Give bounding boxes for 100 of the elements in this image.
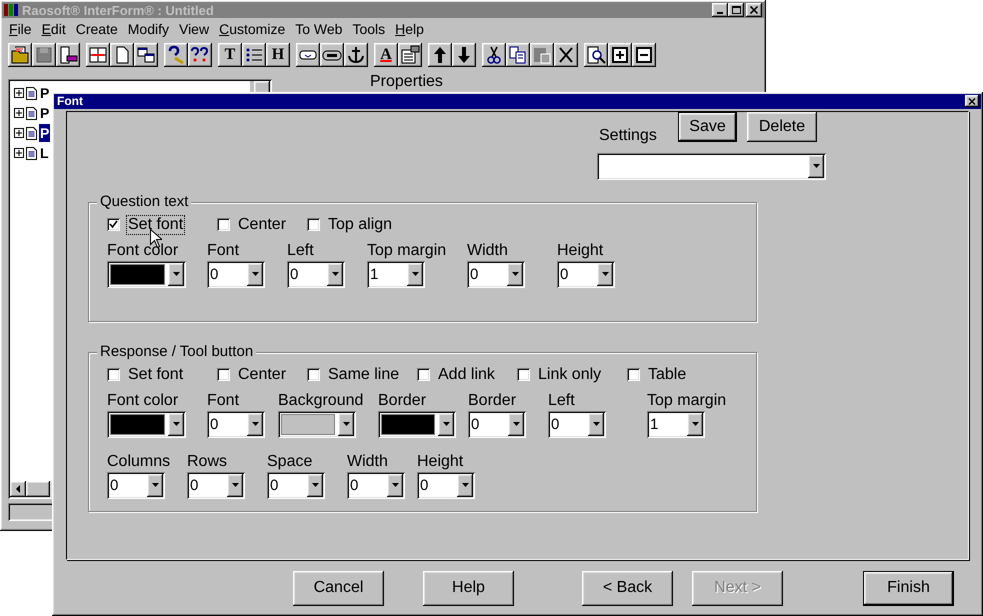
toolbar-button[interactable]: H: [266, 43, 290, 67]
expand-plus-icon: [14, 88, 24, 98]
toolbar-button[interactable]: [584, 43, 608, 67]
field-label: Rows: [187, 452, 228, 472]
checkbox-label[interactable]: Link only: [537, 366, 602, 384]
toolbar-button[interactable]: [8, 43, 32, 67]
color-dropdown[interactable]: [107, 410, 186, 438]
menu-item[interactable]: File: [4, 18, 37, 40]
tree-item[interactable]: P: [39, 84, 50, 102]
tree-item[interactable]: L: [39, 144, 50, 162]
field-label: Left: [548, 390, 576, 411]
menu-item[interactable]: To Web: [290, 18, 348, 40]
checkbox[interactable]: [307, 218, 320, 232]
document-icon: [26, 106, 37, 120]
toolbar-button[interactable]: [188, 43, 212, 67]
toolbar-button[interactable]: [428, 43, 452, 67]
dialog-button[interactable]: Help: [423, 570, 514, 606]
toolbar-button[interactable]: [164, 43, 188, 67]
number-dropdown[interactable]: 0: [187, 472, 245, 499]
menu-item[interactable]: Customize: [214, 18, 290, 40]
toolbar-button[interactable]: [554, 43, 578, 67]
number-dropdown[interactable]: 0: [207, 260, 265, 288]
number-dropdown[interactable]: 0: [417, 472, 475, 499]
save-button[interactable]: Save: [678, 112, 737, 142]
menu-item[interactable]: Edit: [36, 18, 71, 40]
checkbox-label[interactable]: Top align: [327, 216, 394, 234]
toolbar-button[interactable]: [296, 43, 320, 67]
number-dropdown[interactable]: 0: [467, 260, 525, 288]
number-dropdown[interactable]: 0: [107, 472, 165, 499]
caret-icon: [332, 272, 338, 276]
scroll-thumb[interactable]: [26, 481, 50, 497]
menu-item[interactable]: View: [174, 18, 214, 40]
checkbox[interactable]: [107, 368, 120, 382]
checkbox[interactable]: [107, 218, 120, 232]
number-dropdown[interactable]: 0: [287, 260, 345, 288]
caret-icon: [602, 272, 608, 276]
checkbox[interactable]: [627, 368, 640, 382]
toolbar-button[interactable]: [506, 43, 530, 67]
toolbar-button[interactable]: [398, 43, 422, 67]
dialog-button[interactable]: < Back: [582, 570, 673, 606]
checkbox-label[interactable]: Center: [237, 366, 288, 384]
checkbox[interactable]: [217, 218, 230, 232]
toolbar-button[interactable]: [482, 43, 506, 67]
toolbar-button[interactable]: [134, 43, 158, 67]
number-dropdown[interactable]: 0: [207, 410, 265, 438]
toolbar-button[interactable]: [110, 43, 134, 67]
toolbar-button[interactable]: [56, 43, 80, 67]
toolbar-button[interactable]: A: [374, 43, 398, 67]
number-dropdown[interactable]: 0: [347, 472, 405, 499]
tree-item[interactable]: P: [39, 104, 50, 122]
number-dropdown[interactable]: 1: [367, 260, 425, 288]
expand-plus-icon: [14, 148, 24, 158]
menu-item[interactable]: Tools: [347, 18, 390, 40]
delete-button[interactable]: Delete: [747, 112, 817, 142]
toolbar-button[interactable]: [608, 43, 632, 67]
settings-dropdown[interactable]: [597, 152, 826, 180]
toolbar-button[interactable]: [344, 43, 368, 67]
checkbox[interactable]: [307, 368, 320, 382]
minimize-icon: [717, 12, 723, 14]
number-dropdown[interactable]: 0: [548, 410, 606, 438]
number-dropdown[interactable]: 0: [267, 472, 325, 499]
document-icon: [26, 146, 37, 160]
number-dropdown[interactable]: 0: [557, 260, 615, 288]
checkbox-label[interactable]: Table: [647, 366, 688, 384]
menu-item[interactable]: Modify: [122, 18, 174, 40]
zoom-page-icon: [585, 44, 607, 66]
toolbar-button[interactable]: [242, 43, 266, 67]
dialog-button[interactable]: Cancel: [293, 570, 384, 606]
color-dropdown[interactable]: [107, 260, 186, 288]
toolbar-button[interactable]: [320, 43, 344, 67]
checkbox[interactable]: [417, 368, 430, 382]
toolbar-button[interactable]: [632, 43, 656, 67]
maximize-button[interactable]: [728, 3, 744, 17]
checkbox-label[interactable]: Same line: [327, 366, 400, 384]
menu-item[interactable]: Create: [70, 18, 123, 40]
checkbox-label[interactable]: Add link: [437, 366, 496, 384]
checkbox-label[interactable]: Set font: [127, 216, 184, 234]
checkbox-label[interactable]: Center: [237, 216, 288, 234]
check-icon: [109, 220, 118, 230]
close-button[interactable]: [965, 95, 979, 108]
toolbar-button[interactable]: [452, 43, 476, 67]
toolbar-button[interactable]: [530, 43, 554, 67]
checkbox[interactable]: [517, 368, 530, 382]
checkbox-label[interactable]: Set font: [127, 366, 184, 384]
menu-item[interactable]: Help: [390, 18, 429, 40]
caret-icon: [512, 272, 518, 276]
dialog-button[interactable]: Finish: [863, 570, 954, 606]
close-button[interactable]: [746, 3, 762, 17]
color-dropdown[interactable]: [378, 410, 456, 438]
number-dropdown[interactable]: 1: [647, 410, 705, 438]
minimize-button[interactable]: [712, 3, 728, 17]
color-dropdown[interactable]: [278, 410, 356, 438]
toolbar-button[interactable]: T: [218, 43, 242, 67]
toolbar-button[interactable]: [86, 43, 110, 67]
tree-item[interactable]: P: [39, 124, 50, 142]
checkbox[interactable]: [217, 368, 230, 382]
number-dropdown[interactable]: 0: [468, 410, 526, 438]
scroll-left-button[interactable]: [10, 481, 26, 497]
toolbar-button[interactable]: [32, 43, 56, 67]
field-label: Height: [557, 240, 604, 261]
